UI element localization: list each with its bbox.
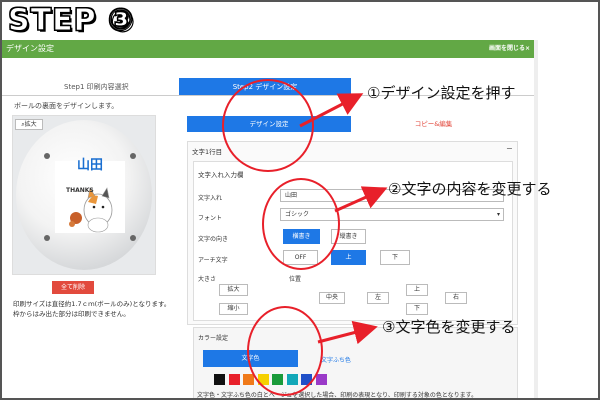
zoom-label: 拡大: [24, 121, 37, 128]
arrow-3: [317, 320, 378, 345]
zoom-button[interactable]: ⌕拡大: [15, 119, 43, 130]
arrow-1: [299, 93, 364, 128]
annotation-1: ①デザイン設定を押す: [367, 84, 516, 102]
annotation-3: ③文字色を変更する: [382, 318, 516, 336]
arrow-2: [334, 186, 388, 213]
annotation-arrows: [299, 93, 388, 345]
annotation-2: ②文字の内容を変更する: [388, 180, 552, 198]
